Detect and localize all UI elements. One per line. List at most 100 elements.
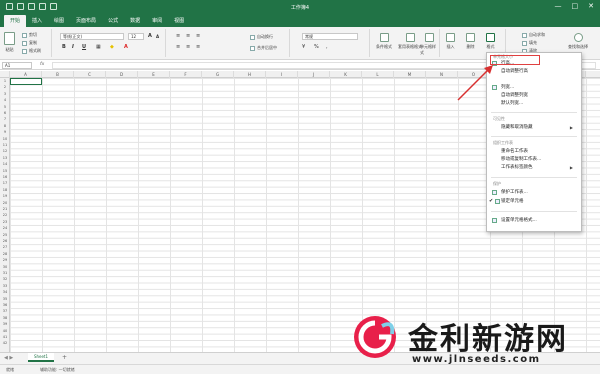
format-painter-button[interactable]: 格式刷 [22, 48, 41, 54]
increase-font-icon[interactable]: A [148, 33, 152, 39]
column-header[interactable]: F [170, 71, 202, 78]
watermark-title: 金利新游网 [408, 322, 568, 357]
menu-item-format-cells[interactable]: 设置单元格格式... [491, 217, 577, 224]
menu-item-rename-sheet[interactable]: 重命名工作表 [491, 148, 577, 155]
menu-item-autofit-column-width[interactable]: 自动调整列宽 [491, 92, 577, 99]
tab-formulas[interactable]: 公式 [102, 17, 124, 27]
scissors-icon [22, 32, 27, 38]
currency-icon[interactable]: ¥ [302, 44, 305, 50]
align-center-icon[interactable]: ≡ [186, 44, 190, 50]
brush-icon [22, 48, 27, 54]
menu-item-autofit-row-height[interactable]: 自动调整行高 [491, 68, 577, 75]
column-header[interactable]: C [74, 71, 106, 78]
copy-button[interactable]: 复制 [22, 40, 37, 46]
align-middle-icon[interactable]: ≡ [186, 33, 190, 39]
minimize-button[interactable]: — [555, 2, 562, 10]
menu-item-lock-cell[interactable]: ✔ 锁定单元格 [489, 198, 577, 205]
conditional-formatting-icon [379, 33, 389, 42]
autosum-button[interactable]: 自动求和 [522, 32, 545, 38]
format-button[interactable]: 格式 [486, 33, 495, 50]
column-header[interactable]: J [298, 71, 330, 78]
tab-insert[interactable]: 插入 [26, 17, 48, 27]
align-top-icon[interactable]: ≡ [176, 33, 180, 39]
copy-icon [22, 40, 27, 46]
number-format-select[interactable]: 常规 [302, 33, 358, 40]
font-group: 等线(正文) 12 A A B I U ▦ ◆ A [56, 29, 166, 57]
accessibility-status[interactable]: 辅助功能: 一切就绪 [40, 367, 75, 373]
comma-icon[interactable]: , [326, 44, 328, 50]
maximize-button[interactable]: □ [572, 2, 579, 10]
fill-color-icon[interactable]: ◆ [110, 44, 114, 50]
sheet-nav-arrows[interactable]: ◀ ▶ [4, 355, 13, 361]
menu-section-protection: 保护 [493, 181, 501, 186]
active-cell[interactable] [10, 78, 42, 85]
insert-button[interactable]: 插入 [446, 33, 455, 50]
menu-item-move-copy-sheet[interactable]: 移动或复制工作表... [491, 156, 577, 163]
format-cells-icon [492, 218, 497, 223]
menu-section-visibility: 可见性 [493, 116, 505, 121]
delete-button[interactable]: 删除 [466, 33, 475, 50]
decrease-font-icon[interactable]: A [156, 34, 159, 39]
format-as-table-button[interactable]: 套用表格格式 [398, 33, 422, 50]
tab-draw[interactable]: 绘图 [48, 17, 70, 27]
menu-item-default-width[interactable]: 默认列宽... [491, 100, 577, 107]
fill-button[interactable]: 填充 [522, 40, 537, 46]
column-header[interactable]: B [42, 71, 74, 78]
fx-icon[interactable]: fx [40, 62, 44, 67]
menu-item-column-width[interactable]: 列宽... [491, 84, 577, 91]
menu-item-protect-sheet[interactable]: 保护工作表... [491, 189, 577, 196]
align-left-icon[interactable]: ≡ [176, 44, 180, 50]
cell-styles-button[interactable]: 单元格样式 [420, 33, 439, 56]
protect-sheet-icon [492, 190, 497, 195]
tab-review[interactable]: 审阅 [146, 17, 168, 27]
paste-button[interactable]: 粘贴 [4, 32, 15, 53]
column-header[interactable]: I [266, 71, 298, 78]
font-name-select[interactable]: 等线(正文) [60, 33, 124, 40]
merge-center-button[interactable]: 合并后居中 [250, 45, 277, 51]
checkmark-icon: ✔ [489, 198, 494, 204]
underline-button[interactable]: U [82, 44, 86, 50]
watermark: 金利新游网 www.jlnseeds.com [352, 312, 596, 372]
percent-icon[interactable]: % [314, 44, 319, 50]
sheet-tab-sheet1[interactable]: Sheet1 [28, 353, 54, 362]
column-header[interactable]: H [234, 71, 266, 78]
window-title: 工作簿4 [290, 5, 310, 11]
column-header[interactable]: K [330, 71, 362, 78]
wrap-icon [250, 34, 255, 40]
select-all-corner[interactable] [0, 71, 10, 78]
tab-view[interactable]: 视图 [168, 17, 190, 27]
row-headers: 1 2 3 4 5 6 7 8 9 10 11 12 13 14 15 16 17 18 19 20 21 22 23 24 2… [0, 78, 10, 352]
column-header[interactable]: E [138, 71, 170, 78]
name-box[interactable]: A1 [2, 62, 32, 69]
add-sheet-button[interactable]: + [62, 354, 67, 361]
find-select-button[interactable]: 查找和选择 [568, 33, 588, 50]
italic-button[interactable]: I [72, 44, 74, 50]
conditional-formatting-button[interactable]: 条件格式 [376, 33, 392, 50]
wrap-text-button[interactable]: 自动换行 [250, 34, 273, 40]
row-header[interactable]: 42 [0, 340, 10, 346]
chevron-right-icon: ▶ [569, 125, 573, 130]
borders-icon[interactable]: ▦ [96, 44, 101, 50]
column-header[interactable]: M [394, 71, 426, 78]
column-header[interactable]: L [362, 71, 394, 78]
cell-styles-icon [425, 33, 434, 42]
cut-button[interactable]: 剪切 [22, 32, 37, 38]
tab-data[interactable]: 数据 [124, 17, 146, 27]
font-color-icon[interactable]: A [124, 44, 128, 50]
watermark-url: www.jlnseeds.com [412, 354, 541, 365]
ribbon-tabs: 开始 插入 绘图 页面布局 公式 数据 审阅 视图 [0, 14, 600, 27]
close-button[interactable]: ✕ [588, 2, 594, 10]
menu-divider [491, 136, 577, 137]
font-size-select[interactable]: 12 [128, 33, 144, 40]
menu-item-hide-unhide[interactable]: 隐藏和取消隐藏 ▶ [491, 124, 577, 131]
tab-page-layout[interactable]: 页面布局 [70, 17, 102, 27]
align-bottom-icon[interactable]: ≡ [196, 33, 200, 39]
tab-home[interactable]: 开始 [4, 15, 27, 27]
column-header[interactable]: A [10, 71, 42, 78]
menu-item-tab-color[interactable]: 工作表标签颜色 ▶ [491, 164, 577, 171]
clipboard-group: 粘贴 剪切 复制 格式刷 [2, 29, 52, 57]
bold-button[interactable]: B [62, 44, 66, 50]
align-right-icon[interactable]: ≡ [196, 44, 200, 50]
column-header[interactable]: G [202, 71, 234, 78]
column-header[interactable]: D [106, 71, 138, 78]
